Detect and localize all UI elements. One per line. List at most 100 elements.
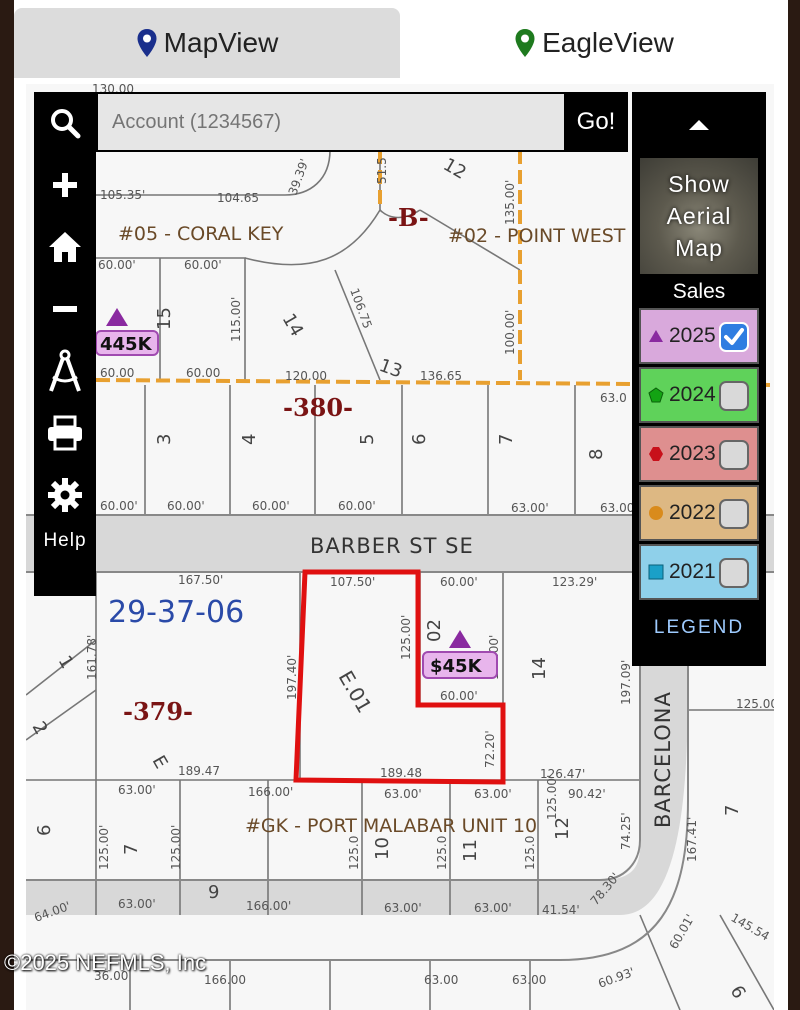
- sale-badge-label: $45K: [430, 656, 483, 677]
- sales-year-2023[interactable]: 2023: [639, 426, 759, 482]
- zoom-in-icon: [53, 173, 77, 197]
- go-button[interactable]: Go!: [564, 108, 628, 136]
- help-button[interactable]: Help: [43, 530, 86, 552]
- dimension-label: 145.54: [729, 910, 772, 943]
- dimension-label: 60.00': [338, 499, 376, 513]
- dimension-label: 63.0: [600, 391, 627, 405]
- settings-button[interactable]: [34, 464, 96, 526]
- dimension-label: 60.00': [184, 258, 222, 272]
- dimension-label: 63.00': [118, 783, 156, 797]
- lot-number: 02: [424, 619, 445, 642]
- show-aerial-map-button[interactable]: Show Aerial Map: [640, 158, 758, 274]
- aerial-label-line: Aerial: [666, 203, 732, 229]
- search-button[interactable]: [34, 92, 96, 154]
- tab-mapview-label: MapView: [163, 27, 279, 58]
- dimension-label: 107.50': [330, 575, 375, 589]
- dimension-label: 125.00': [545, 775, 559, 820]
- zoom-in-button[interactable]: [34, 154, 96, 216]
- street-label-barber: BARBER ST SE: [310, 534, 474, 558]
- lot-number: 10: [372, 837, 393, 860]
- print-button[interactable]: [34, 402, 96, 464]
- year-checkbox[interactable]: [719, 558, 749, 588]
- lot-number: 7: [722, 805, 743, 816]
- lot-number: 6: [34, 825, 55, 836]
- dimension-label: 63.00: [600, 501, 634, 515]
- dimension-label: 166.00': [248, 785, 293, 799]
- dimension-label: 63.00': [118, 897, 156, 911]
- dimension-label: 120.00: [285, 369, 327, 383]
- dimension-label: 51.5: [375, 157, 389, 184]
- year-checkbox[interactable]: [719, 499, 749, 529]
- home-icon: [49, 232, 81, 262]
- sales-year-2022[interactable]: 2022: [639, 485, 759, 541]
- lot-number: 1: [54, 652, 78, 672]
- subdivision-label-port-malabar: #GK - PORT MALABAR UNIT 10: [245, 815, 537, 837]
- subdivision-label-coral-key: #05 - CORAL KEY: [118, 223, 284, 245]
- search-icon: [51, 109, 81, 139]
- collapse-panel-button[interactable]: [688, 92, 710, 158]
- dimension-label: 90.42': [568, 787, 606, 801]
- dimension-label: 60.00': [440, 689, 478, 703]
- year-checkbox[interactable]: [719, 322, 749, 352]
- dimension-label: 104.65: [217, 191, 259, 205]
- circle-icon: [647, 504, 665, 522]
- sales-label: Sales: [672, 280, 726, 303]
- aerial-label-line: Show: [668, 171, 730, 197]
- dimension-label: 166.00': [246, 899, 291, 913]
- map-pin-icon: [515, 29, 535, 57]
- sales-year-2024[interactable]: 2024: [639, 367, 759, 423]
- map-toolbar: Help: [34, 92, 96, 596]
- dimension-label: 197.40': [285, 655, 299, 700]
- tab-mapview[interactable]: MapView: [14, 8, 400, 78]
- dimension-label: 60.00': [440, 575, 478, 589]
- zoom-out-icon: [53, 306, 77, 312]
- lot-number: 13: [376, 355, 405, 383]
- square-icon: [647, 563, 665, 581]
- dimension-label: 63.00': [474, 901, 512, 915]
- lot-number: 7: [121, 844, 142, 855]
- section-label: 29-37-06: [108, 595, 244, 630]
- zoom-out-button[interactable]: [34, 278, 96, 340]
- dimension-label: 189.47: [178, 764, 220, 778]
- sales-year-2025[interactable]: 2025: [639, 308, 759, 364]
- search-input[interactable]: [98, 94, 564, 150]
- year-checkbox[interactable]: [719, 440, 749, 470]
- dimension-label: 100.00': [503, 310, 517, 355]
- dimension-label: 197.09': [619, 660, 633, 705]
- dimension-label: 161.78': [85, 635, 99, 680]
- lot-number: 15: [154, 307, 175, 330]
- dimension-label: 72.20': [483, 730, 497, 768]
- print-icon: [48, 415, 82, 451]
- dimension-label: 125.0: [523, 836, 537, 870]
- year-label: 2022: [669, 501, 716, 524]
- parcel-label: E.01: [334, 667, 377, 717]
- measure-button[interactable]: [34, 340, 96, 402]
- dimension-label: 125.0: [347, 836, 361, 870]
- year-label: 2024: [669, 383, 716, 406]
- dimension-label: 60.00': [100, 499, 138, 513]
- lot-number: E: [148, 752, 172, 772]
- sales-panel: Show Aerial Map Sales 2025 2024 2023 202…: [632, 92, 766, 666]
- dimension-label: 63.00: [424, 973, 458, 987]
- year-label: 2021: [669, 560, 716, 583]
- dimension-label: 60.00': [98, 258, 136, 272]
- lot-number: 6: [726, 982, 750, 1002]
- dimension-label: 123.29': [552, 575, 597, 589]
- year-checkbox[interactable]: [719, 381, 749, 411]
- sale-marker-1[interactable]: 445K: [95, 308, 159, 356]
- aerial-label-line: Map: [675, 235, 723, 261]
- triangle-icon: [647, 327, 665, 345]
- dimension-label: 63.00': [511, 501, 549, 515]
- sales-year-2021[interactable]: 2021: [639, 544, 759, 600]
- legend-button[interactable]: LEGEND: [654, 617, 744, 639]
- dimension-label: 135.00': [503, 180, 517, 225]
- dimension-label: 39.39': [286, 157, 312, 197]
- tab-eagleview[interactable]: EagleView: [400, 8, 788, 78]
- dimension-label: 125.00': [97, 825, 111, 870]
- block-label-379: -379-: [123, 697, 193, 726]
- map-pin-icon: [137, 29, 157, 57]
- block-label-380: -380-: [283, 393, 353, 422]
- home-button[interactable]: [34, 216, 96, 278]
- dimension-label: 41.54': [542, 903, 580, 917]
- copyright-watermark: ©2025 NEFMLS, Inc: [4, 950, 207, 975]
